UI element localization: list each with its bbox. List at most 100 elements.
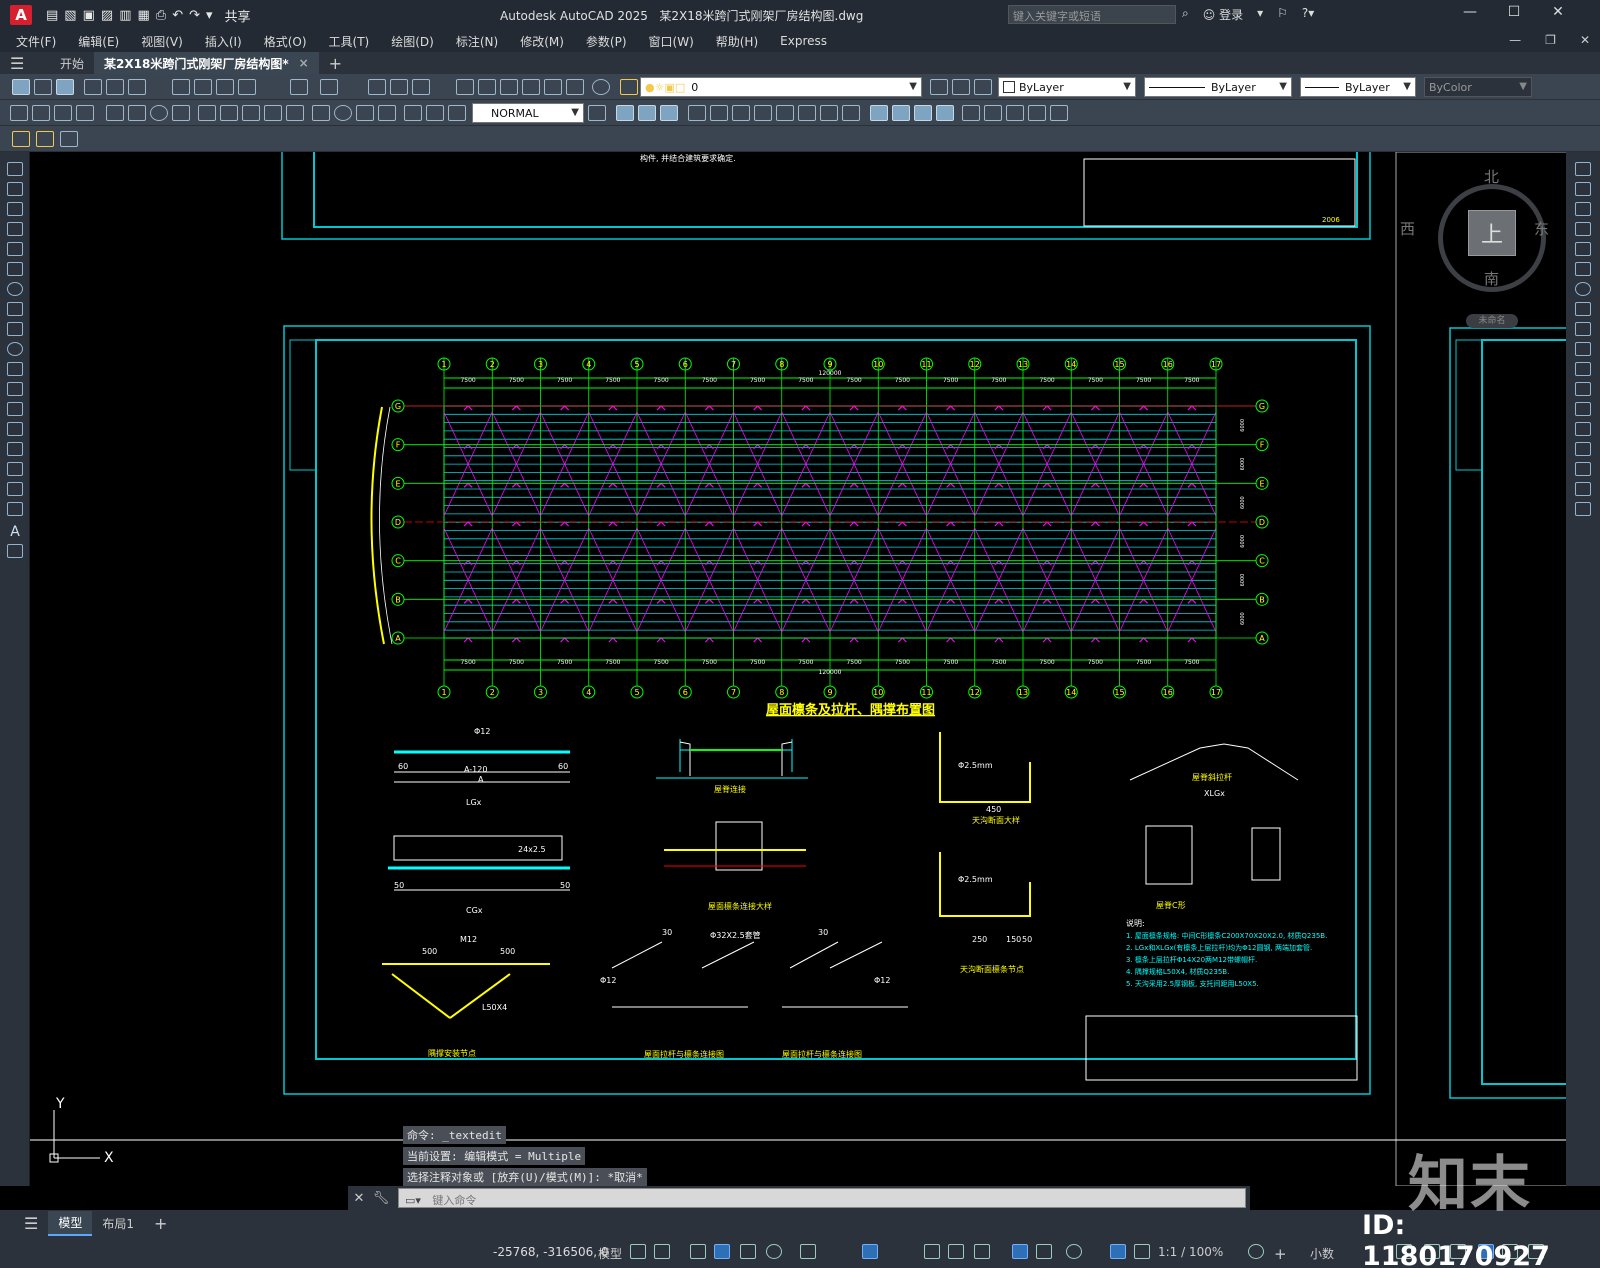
revision-cloud-icon[interactable] xyxy=(7,302,23,316)
ucs-y-icon[interactable] xyxy=(842,105,860,121)
tab-model[interactable]: 模型 xyxy=(48,1210,93,1236)
view-left-icon[interactable] xyxy=(914,105,932,121)
auto-scale-icon[interactable] xyxy=(1134,1244,1150,1259)
menu-help[interactable]: 帮助(H) xyxy=(716,33,758,50)
close-button[interactable]: ✕ xyxy=(1536,4,1580,20)
move-icon[interactable] xyxy=(1575,262,1591,276)
help-icon[interactable]: ?▾ xyxy=(1302,6,1314,23)
inspection-icon[interactable] xyxy=(356,105,374,121)
continue-dim-icon[interactable] xyxy=(242,105,260,121)
angular-dim-icon[interactable] xyxy=(172,105,190,121)
help-search-input[interactable]: 键入关键字或短语 xyxy=(1008,5,1176,24)
compass-south[interactable]: 南 xyxy=(1484,268,1499,289)
tolerance-icon[interactable] xyxy=(312,105,330,121)
properties-icon[interactable] xyxy=(456,79,474,95)
rectangle-icon[interactable] xyxy=(7,242,23,256)
help-toolbar-icon[interactable] xyxy=(592,79,610,95)
scale-icon[interactable] xyxy=(1575,302,1591,316)
insert-block-icon[interactable] xyxy=(7,382,23,396)
open-web-icon[interactable]: ▥ xyxy=(119,8,131,23)
autodesk-app-icon[interactable]: ⚐ xyxy=(1277,6,1288,23)
osnap-tracking-icon[interactable] xyxy=(862,1244,878,1259)
polar-icon[interactable] xyxy=(766,1244,782,1259)
viewcube[interactable]: 上 北 南 西 东 未命名 xyxy=(1400,168,1550,332)
region-icon[interactable] xyxy=(7,482,23,496)
ucs-3point-icon[interactable] xyxy=(798,105,816,121)
lineweight-icon[interactable] xyxy=(948,1244,964,1259)
arc-length-icon[interactable] xyxy=(54,105,72,121)
make-current-icon[interactable] xyxy=(930,79,948,95)
menu-dimension[interactable]: 标注(N) xyxy=(456,33,498,50)
trim-icon[interactable] xyxy=(1575,342,1591,356)
polygon-icon[interactable] xyxy=(7,222,23,236)
osnap-icon[interactable] xyxy=(924,1244,940,1259)
calculator-icon[interactable] xyxy=(566,79,584,95)
arc-icon[interactable] xyxy=(7,262,23,276)
ucs-face-icon[interactable] xyxy=(688,105,706,121)
plotstyle-dropdown[interactable]: ByColor ▼ xyxy=(1424,77,1532,97)
ortho-icon[interactable] xyxy=(740,1244,756,1259)
redo-icon[interactable]: ↷ xyxy=(189,8,200,23)
ordinate-dim-icon[interactable] xyxy=(76,105,94,121)
multiline-text-icon[interactable]: A xyxy=(7,524,23,540)
command-input[interactable]: ▭▾ 键入命令 xyxy=(398,1188,1246,1208)
dimstyle-manager-icon[interactable] xyxy=(588,105,606,121)
menu-format[interactable]: 格式(O) xyxy=(264,33,307,50)
ucs-world-icon[interactable] xyxy=(638,105,656,121)
offset-icon[interactable] xyxy=(1575,222,1591,236)
explode-icon[interactable] xyxy=(1575,502,1591,516)
redo-toolbar-icon[interactable] xyxy=(320,79,338,95)
cut-icon[interactable] xyxy=(172,79,190,95)
workspace-switch-icon[interactable] xyxy=(1248,1244,1264,1259)
stretch-icon[interactable] xyxy=(1575,322,1591,336)
copy-icon[interactable] xyxy=(194,79,212,95)
point-icon[interactable] xyxy=(7,422,23,436)
extend-icon[interactable] xyxy=(1575,362,1591,376)
ellipse-icon[interactable] xyxy=(7,342,23,356)
zoom-realtime-icon[interactable] xyxy=(390,79,408,95)
units-button[interactable]: 小数 xyxy=(1310,1245,1334,1262)
doc-minimize-button[interactable]: — xyxy=(1509,33,1521,47)
view-se-iso-icon[interactable] xyxy=(1028,105,1046,121)
infer-constraints-icon[interactable] xyxy=(690,1244,706,1259)
cart-icon[interactable]: ▾ xyxy=(1257,6,1263,23)
undo-icon[interactable]: ↶ xyxy=(172,8,183,23)
construction-line-icon[interactable] xyxy=(7,182,23,196)
layer-previous-icon[interactable] xyxy=(952,79,970,95)
viewcube-top-face[interactable]: 上 xyxy=(1468,210,1516,256)
preview-icon[interactable] xyxy=(106,79,124,95)
dynamic-input-icon[interactable] xyxy=(714,1244,730,1259)
add-selected-icon[interactable] xyxy=(7,544,23,558)
menu-parametric[interactable]: 参数(P) xyxy=(586,33,627,50)
compass-north[interactable]: 北 xyxy=(1484,166,1499,187)
linear-dim-icon[interactable] xyxy=(10,105,28,121)
paste-icon[interactable] xyxy=(216,79,234,95)
erase-icon[interactable] xyxy=(1575,162,1591,176)
command-customize-icon[interactable]: 🔧︎ xyxy=(370,1191,392,1206)
match-prop-icon[interactable] xyxy=(238,79,256,95)
plot-toolbar-icon[interactable] xyxy=(84,79,102,95)
hatch-icon[interactable] xyxy=(7,442,23,456)
new-tab-button[interactable]: + xyxy=(319,52,352,74)
jogged-dim-icon[interactable] xyxy=(128,105,146,121)
circle-icon[interactable] xyxy=(7,282,23,296)
save-as-icon[interactable]: ▨ xyxy=(101,8,113,23)
layer-dropdown[interactable]: ●☼▣□ 0 ▼ xyxy=(640,77,922,97)
menu-tools[interactable]: 工具(T) xyxy=(329,33,370,50)
open-file-icon[interactable]: ▧ xyxy=(64,8,76,23)
menu-window[interactable]: 窗口(W) xyxy=(649,33,694,50)
tab-layout1[interactable]: 布局1 xyxy=(92,1212,144,1235)
menu-express[interactable]: Express xyxy=(780,34,827,48)
gradient-icon[interactable] xyxy=(7,462,23,476)
pan-icon[interactable] xyxy=(368,79,386,95)
qa-dropdown-icon[interactable]: ▾ xyxy=(206,8,213,23)
isodraft-icon[interactable] xyxy=(800,1244,816,1259)
layer-tools-icon[interactable] xyxy=(60,131,78,147)
blend-icon[interactable] xyxy=(1575,482,1591,496)
fillet-icon[interactable] xyxy=(1575,462,1591,476)
annotation-scale[interactable]: 1:1 / 100% xyxy=(1158,1245,1223,1259)
dim-update-icon[interactable] xyxy=(448,105,466,121)
menu-modify[interactable]: 修改(M) xyxy=(520,33,564,50)
login-button[interactable]: ☺ 登录 xyxy=(1203,6,1243,23)
add-icon[interactable]: + xyxy=(1274,1245,1287,1263)
